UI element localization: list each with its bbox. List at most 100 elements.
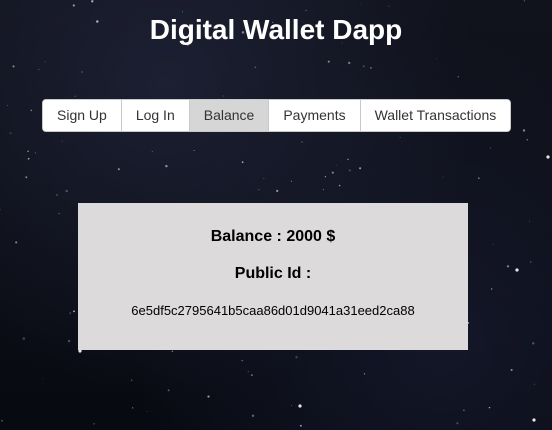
- star-dot: [363, 373, 366, 375]
- star-dot: [193, 150, 195, 151]
- star-dot: [457, 75, 460, 78]
- balance-card: Balance : 2000 $ Public Id : 6e5df5c2795…: [78, 203, 468, 350]
- balance-line: Balance : 2000 $: [78, 228, 468, 246]
- balance-amount: 2000: [286, 228, 322, 245]
- tab-balance[interactable]: Balance: [189, 100, 270, 131]
- bright-star-dot: [298, 404, 302, 408]
- star-dot: [533, 383, 536, 385]
- star-dot: [250, 374, 253, 377]
- star-dot: [42, 378, 44, 380]
- star-dot: [151, 150, 154, 153]
- star-dot: [55, 193, 59, 197]
- star-dot: [324, 176, 327, 178]
- star-dot: [91, 0, 94, 3]
- star-dot: [182, 11, 183, 13]
- star-dot: [81, 71, 83, 73]
- star-dot: [0, 208, 1, 211]
- star-dot: [488, 406, 491, 409]
- star-dot: [72, 4, 75, 7]
- star-dot: [15, 241, 18, 244]
- star-dot: [258, 188, 260, 191]
- star-dot: [327, 60, 330, 63]
- public-id-label: Public Id :: [234, 265, 312, 282]
- tab-wallet-transactions[interactable]: Wallet Transactions: [360, 100, 511, 131]
- star-dot: [490, 288, 493, 290]
- star-dot: [388, 5, 390, 7]
- tab-log-in[interactable]: Log In: [121, 100, 190, 131]
- star-dot: [254, 66, 257, 69]
- star-dot: [27, 157, 30, 160]
- star-dot: [370, 67, 372, 69]
- star-dot: [93, 423, 95, 425]
- star-dot: [171, 350, 174, 353]
- star-dot: [241, 359, 244, 362]
- star-dot: [58, 212, 60, 215]
- star-dot: [44, 61, 46, 63]
- page-title: Digital Wallet Dapp: [149, 14, 403, 45]
- star-dot: [322, 189, 324, 191]
- star-dot: [291, 405, 292, 406]
- star-dot: [489, 147, 491, 149]
- star-dot: [331, 171, 334, 174]
- star-dot: [132, 407, 134, 409]
- star-dot: [456, 422, 459, 425]
- star-dot: [130, 379, 133, 382]
- star-dot: [338, 184, 341, 187]
- star-dot: [146, 410, 148, 412]
- star-dot: [251, 414, 255, 417]
- star-dot: [74, 95, 76, 98]
- star-dot: [529, 220, 531, 222]
- star-dot: [478, 177, 480, 179]
- bright-star-dot: [532, 418, 536, 422]
- star-dot: [360, 2, 362, 4]
- star-dot: [522, 129, 526, 132]
- star-dot: [523, 0, 526, 2]
- star-dot: [305, 9, 307, 12]
- balance-currency: $: [326, 228, 336, 245]
- star-dot: [22, 337, 26, 340]
- star-dot: [506, 265, 510, 268]
- tab-payments[interactable]: Payments: [269, 100, 361, 131]
- star-dot: [9, 132, 12, 135]
- star-dot: [347, 61, 351, 65]
- star-dot: [165, 164, 168, 168]
- star-dot: [290, 180, 293, 182]
- star-dot: [1, 419, 4, 422]
- star-dot: [301, 141, 303, 143]
- star-dot: [435, 58, 437, 60]
- star-dot: [463, 409, 465, 411]
- star-dot: [73, 310, 75, 313]
- star-dot: [65, 189, 68, 193]
- star-dot: [348, 169, 351, 172]
- star-dot: [526, 138, 529, 141]
- star-dot: [247, 370, 250, 373]
- star-dot: [38, 68, 40, 70]
- star-dot: [530, 261, 532, 263]
- star-dot: [222, 95, 225, 97]
- star-dot: [30, 109, 33, 112]
- star-dot: [295, 356, 298, 359]
- star-dot: [510, 368, 513, 372]
- balance-label: Balance :: [210, 228, 282, 245]
- star-dot: [6, 104, 8, 107]
- nav-button-group: Sign Up Log In Balance Payments Wallet T…: [42, 99, 512, 132]
- star-dot: [359, 167, 362, 170]
- star-dot: [347, 158, 349, 161]
- tab-sign-up[interactable]: Sign Up: [43, 100, 122, 131]
- star-dot: [336, 164, 338, 166]
- bright-star-dot: [546, 155, 550, 159]
- star-dot: [299, 424, 302, 427]
- star-dot: [442, 176, 444, 178]
- star-dot: [117, 168, 120, 171]
- star-dot: [531, 342, 535, 345]
- star-dot: [276, 189, 279, 193]
- star-dot: [167, 389, 170, 392]
- star-dot: [493, 243, 495, 245]
- star-dot: [263, 177, 265, 179]
- star-dot: [12, 65, 15, 68]
- star-dot: [67, 339, 71, 343]
- star-dot: [399, 137, 401, 139]
- star-dot: [25, 176, 28, 179]
- star-dot: [27, 150, 29, 153]
- star-dot: [69, 312, 72, 315]
